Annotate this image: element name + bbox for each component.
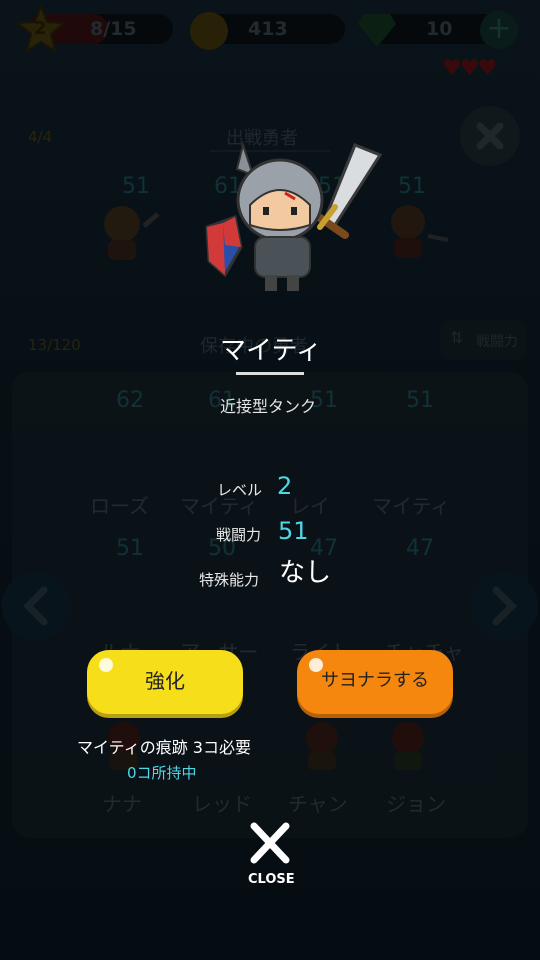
power-value: 51 <box>278 517 309 545</box>
ability-label: 特殊能力 <box>199 571 260 589</box>
button-gloss <box>99 658 113 672</box>
power-label: 戦闘力 <box>216 526 262 544</box>
hero-portrait <box>195 135 395 295</box>
level-value: 2 <box>277 472 293 500</box>
hero-role: 近接型タンク <box>220 397 317 416</box>
hero-name-underline <box>236 372 304 375</box>
upgrade-button-label: 強化 <box>145 669 185 693</box>
ability-value: なし <box>279 558 332 588</box>
farewell-button-label: サヨナラする <box>321 670 429 691</box>
upgrade-button[interactable]: 強化 <box>87 650 243 714</box>
owned-count: 0コ所持中 <box>127 764 197 782</box>
button-gloss <box>309 658 323 672</box>
close-label: CLOSE <box>248 872 295 887</box>
close-button[interactable]: CLOSE <box>240 820 302 890</box>
level-label: レベル <box>217 481 263 499</box>
farewell-button[interactable]: サヨナラする <box>297 650 453 714</box>
hero-name: マイティ <box>220 336 322 366</box>
close-icon <box>250 822 290 864</box>
requirement-text: マイティの痕跡 3コ必要 <box>77 738 251 757</box>
